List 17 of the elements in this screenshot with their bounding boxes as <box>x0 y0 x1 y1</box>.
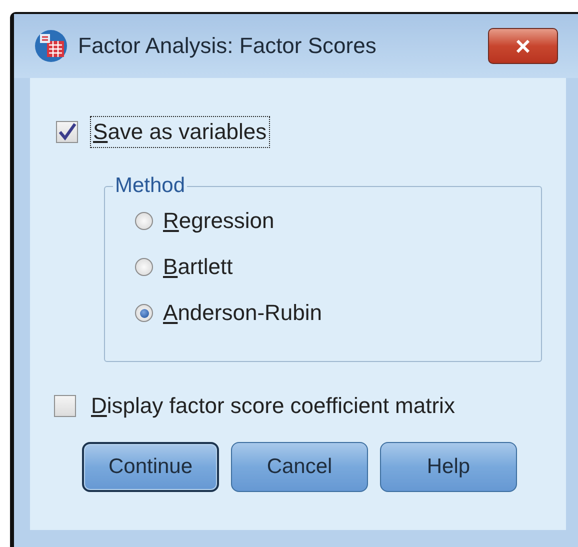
radio-label: Bartlett <box>163 254 233 280</box>
group-legend: Method <box>113 174 188 198</box>
radio-button[interactable] <box>135 304 153 322</box>
dialog-button[interactable]: Help <box>380 442 517 492</box>
radio-button[interactable] <box>135 258 153 276</box>
checkbox[interactable] <box>54 395 76 417</box>
app-icon <box>34 29 68 63</box>
radio-button[interactable] <box>135 212 153 230</box>
radio-label: Anderson-Rubin <box>163 300 322 326</box>
checkbox-label: Save as variables <box>90 116 270 148</box>
radio-label: Regression <box>163 208 274 234</box>
close-button[interactable]: × <box>488 28 558 64</box>
checkbox[interactable] <box>56 121 78 143</box>
dialog-button[interactable]: Continue <box>82 442 219 492</box>
window-title: Factor Analysis: Factor Scores <box>78 33 378 59</box>
dialog-button[interactable]: Cancel <box>231 442 368 492</box>
checkbox-label: Display factor score coefficient matrix <box>90 392 456 420</box>
